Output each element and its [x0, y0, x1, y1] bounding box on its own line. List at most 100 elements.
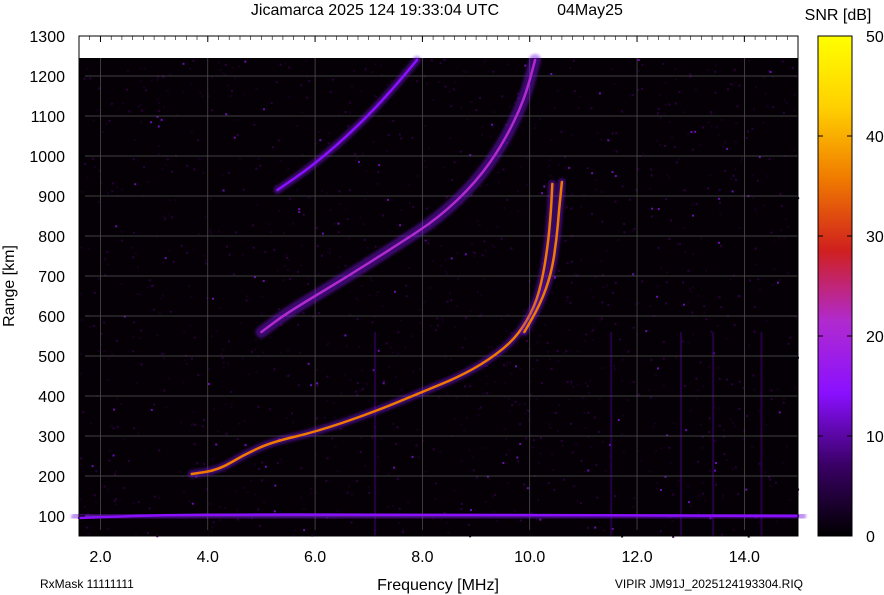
noise-speck	[339, 428, 342, 430]
noise-speck	[709, 174, 712, 177]
noise-speck	[219, 306, 222, 309]
noise-speck	[334, 445, 337, 448]
noise-speck	[614, 495, 616, 498]
noise-speck	[478, 224, 481, 227]
noise-speck	[493, 111, 495, 114]
noise-speck	[565, 350, 568, 353]
noise-speck	[320, 189, 323, 192]
noise-speck	[380, 437, 383, 440]
noise-speck	[386, 83, 389, 86]
noise-speck	[572, 485, 575, 488]
noise-speck	[305, 60, 308, 62]
noise-speck	[97, 200, 100, 203]
noise-speck	[157, 152, 160, 155]
noise-speck	[503, 207, 506, 209]
noise-speck	[440, 264, 443, 267]
noise-speck	[96, 109, 99, 112]
noise-speck	[302, 312, 305, 315]
noise-speck	[688, 501, 690, 504]
noise-speck	[103, 321, 106, 324]
noise-speck	[532, 439, 535, 442]
noise-speck	[373, 94, 376, 97]
noise-speck	[723, 453, 726, 456]
noise-speck	[702, 126, 705, 129]
noise-speck	[386, 150, 389, 152]
x-tick-label: 10.0	[514, 549, 545, 566]
noise-speck	[359, 216, 362, 219]
noise-speck	[525, 156, 528, 159]
noise-speck	[662, 340, 665, 343]
noise-speck	[351, 85, 353, 88]
noise-speck	[376, 182, 379, 185]
noise-speck	[269, 231, 272, 234]
noise-speck	[208, 368, 211, 371]
noise-speck	[674, 78, 677, 81]
noise-speck	[726, 378, 728, 381]
noise-speck	[621, 433, 624, 436]
noise-speck	[315, 417, 318, 420]
noise-speck	[301, 111, 304, 114]
noise-speck	[732, 529, 735, 532]
noise-speck	[648, 187, 651, 190]
noise-speck	[738, 380, 741, 383]
noise-speck	[121, 239, 124, 242]
noise-speck	[102, 131, 105, 133]
noise-speck	[108, 459, 111, 462]
noise-speck	[376, 291, 379, 293]
noise-speck	[576, 383, 579, 386]
noise-speck	[491, 123, 494, 126]
noise-speck	[84, 505, 86, 508]
noise-speck	[502, 462, 505, 464]
noise-speck	[253, 464, 256, 466]
noise-speck	[485, 382, 488, 385]
noise-speck	[444, 356, 447, 359]
noise-speck	[584, 340, 587, 342]
noise-speck	[358, 345, 360, 348]
noise-speck	[665, 281, 668, 284]
noise-speck	[692, 214, 694, 217]
noise-speck	[275, 81, 278, 84]
noise-speck	[738, 407, 741, 410]
noise-speck	[508, 105, 511, 108]
noise-speck	[598, 398, 601, 400]
noise-speck	[365, 170, 368, 173]
noise-speck	[660, 267, 663, 270]
noise-speck	[285, 417, 288, 420]
noise-speck	[225, 113, 228, 116]
x-tick-label: 12.0	[621, 549, 652, 566]
noise-speck	[241, 253, 244, 256]
noise-speck	[332, 402, 335, 405]
noise-speck	[307, 277, 310, 280]
noise-speck	[139, 67, 142, 70]
noise-speck	[157, 145, 160, 147]
noise-speck	[660, 447, 663, 450]
noise-speck	[678, 242, 681, 245]
noise-speck	[656, 295, 659, 298]
noise-speck	[556, 89, 559, 92]
noise-speck	[300, 84, 303, 87]
noise-speck	[718, 188, 721, 191]
noise-speck	[221, 356, 224, 359]
noise-speck	[473, 251, 476, 254]
noise-speck	[536, 359, 539, 362]
noise-speck	[446, 272, 448, 275]
noise-speck	[742, 438, 745, 441]
noise-speck	[107, 357, 110, 360]
noise-speck	[325, 192, 328, 195]
noise-speck	[190, 357, 193, 360]
noise-speck	[461, 346, 464, 349]
noise-speck	[509, 361, 512, 364]
noise-speck	[226, 84, 229, 87]
y-tick-label: 700	[38, 269, 65, 286]
noise-speck	[593, 416, 596, 419]
noise-speck	[697, 460, 699, 463]
noise-speck	[449, 292, 451, 295]
noise-speck	[250, 479, 253, 482]
noise-speck	[583, 412, 586, 415]
noise-speck	[328, 132, 331, 135]
noise-speck	[633, 497, 636, 499]
noise-speck	[201, 95, 204, 98]
noise-speck	[751, 174, 754, 177]
noise-speck	[222, 189, 225, 192]
noise-speck	[765, 319, 768, 322]
